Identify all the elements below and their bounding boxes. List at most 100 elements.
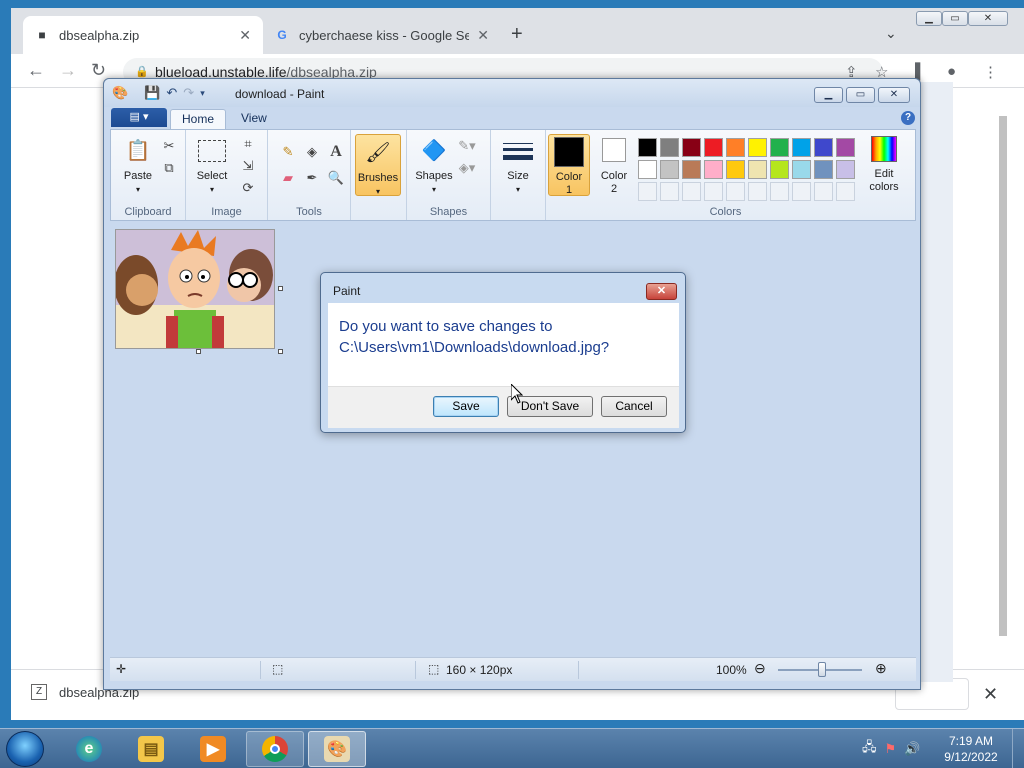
custom-color-slot[interactable] xyxy=(638,182,657,201)
close-tab-icon[interactable]: ✕ xyxy=(477,27,489,44)
color1-button[interactable]: Color 1 xyxy=(548,134,590,196)
cancel-button[interactable]: Cancel xyxy=(601,396,667,417)
palette-swatch[interactable] xyxy=(792,138,811,157)
volume-icon[interactable]: 🔊 xyxy=(904,741,920,757)
palette-swatch[interactable] xyxy=(792,160,811,179)
custom-color-slot[interactable] xyxy=(682,182,701,201)
edit-colors-button[interactable]: Edit colors xyxy=(864,134,904,194)
paint-maximize-button[interactable]: ▭ xyxy=(846,87,875,103)
copy-icon[interactable]: ⧉ xyxy=(159,158,179,178)
custom-color-slot[interactable] xyxy=(814,182,833,201)
zoom-slider-thumb[interactable] xyxy=(818,662,826,677)
rotate-icon[interactable]: ⟳ xyxy=(238,178,258,198)
select-button[interactable]: Select ▾ xyxy=(192,136,232,196)
color-picker-icon[interactable]: ✒ xyxy=(302,168,322,188)
palette-swatch[interactable] xyxy=(770,138,789,157)
show-desktop-button[interactable] xyxy=(1012,729,1024,768)
palette-swatch[interactable] xyxy=(726,160,745,179)
palette-swatch[interactable] xyxy=(836,160,855,179)
resize-handle-right[interactable] xyxy=(278,286,283,291)
scrollbar-thumb[interactable] xyxy=(999,116,1007,636)
new-tab-button[interactable]: + xyxy=(511,23,523,46)
resize-handle-corner[interactable] xyxy=(278,349,283,354)
resize-handle-bottom[interactable] xyxy=(196,349,201,354)
reload-icon[interactable]: ↻ xyxy=(91,60,106,81)
taskbar-chrome[interactable] xyxy=(246,731,304,767)
taskbar-paint[interactable]: 🎨 xyxy=(308,731,366,767)
color2-button[interactable]: Color 2 xyxy=(594,134,634,196)
custom-color-slot[interactable] xyxy=(748,182,767,201)
palette-swatch[interactable] xyxy=(660,138,679,157)
custom-color-slot[interactable] xyxy=(836,182,855,201)
customize-qat-icon[interactable]: ▾ xyxy=(200,85,205,101)
palette-swatch[interactable] xyxy=(704,160,723,179)
save-icon[interactable]: 💾 xyxy=(144,85,160,101)
menu-kebab-icon[interactable]: ⋮ xyxy=(983,63,998,81)
taskbar-explorer[interactable]: ▤ xyxy=(122,731,180,767)
custom-color-slot[interactable] xyxy=(726,182,745,201)
magnifier-icon[interactable]: 🔍 xyxy=(326,168,346,188)
palette-swatch[interactable] xyxy=(704,138,723,157)
palette-swatch[interactable] xyxy=(814,160,833,179)
brushes-button[interactable]: 🖌 Brushes ▾ xyxy=(355,134,401,196)
palette-swatch[interactable] xyxy=(660,160,679,179)
palette-swatch[interactable] xyxy=(748,160,767,179)
shapes-button[interactable]: 🔷 Shapes ▾ xyxy=(413,136,455,196)
start-button[interactable] xyxy=(6,731,44,767)
size-button[interactable]: Size ▾ xyxy=(499,136,537,196)
save-button[interactable]: Save xyxy=(433,396,499,417)
paint-minimize-button[interactable]: ▁ xyxy=(814,87,843,103)
palette-swatch[interactable] xyxy=(836,138,855,157)
taskbar-edge[interactable]: e xyxy=(60,731,118,767)
action-center-flag-icon[interactable]: ⚑ xyxy=(885,741,897,757)
cut-icon[interactable]: ✂ xyxy=(159,136,179,156)
back-arrow-icon[interactable]: ← xyxy=(27,60,45,81)
fill-bucket-icon[interactable]: ◈ xyxy=(302,142,322,162)
dialog-close-button[interactable]: ✕ xyxy=(646,283,677,300)
custom-color-slot[interactable] xyxy=(660,182,679,201)
paint-menu-button[interactable]: ▤ ▾ xyxy=(111,108,167,127)
paint-close-button[interactable]: ✕ xyxy=(878,87,910,103)
tab-view[interactable]: View xyxy=(230,109,278,129)
zoom-in-icon[interactable]: ⊕ xyxy=(875,660,887,677)
palette-swatch[interactable] xyxy=(682,160,701,179)
palette-swatch[interactable] xyxy=(638,138,657,157)
text-tool-icon[interactable]: A xyxy=(326,142,346,162)
palette-swatch[interactable] xyxy=(814,138,833,157)
tab-home[interactable]: Home xyxy=(170,109,227,129)
close-button[interactable]: ✕ xyxy=(968,11,1008,26)
zoom-out-icon[interactable]: ⊖ xyxy=(754,660,766,677)
palette-swatch[interactable] xyxy=(726,138,745,157)
maximize-button[interactable]: ▭ xyxy=(942,11,968,26)
close-tab-icon[interactable]: ✕ xyxy=(239,27,251,44)
crop-icon[interactable]: ⌗ xyxy=(238,134,258,154)
pencil-icon[interactable]: ✎ xyxy=(278,142,298,162)
custom-color-slot[interactable] xyxy=(792,182,811,201)
image-canvas[interactable] xyxy=(115,229,275,349)
redo-icon[interactable]: ↷ xyxy=(183,85,194,101)
clock[interactable]: 7:19 AM 9/12/2022 xyxy=(936,733,1006,765)
fill-icon[interactable]: ◈▾ xyxy=(457,158,477,178)
forward-arrow-icon[interactable]: → xyxy=(59,60,77,81)
help-icon[interactable]: ? xyxy=(901,111,915,125)
tab-google-search[interactable]: G cyberchaese kiss - Google Search ✕ xyxy=(263,16,501,54)
outline-icon[interactable]: ✎▾ xyxy=(457,136,477,156)
paste-button[interactable]: 📋 Paste ▾ xyxy=(119,136,157,196)
undo-icon[interactable]: ↶ xyxy=(166,85,177,101)
palette-swatch[interactable] xyxy=(682,138,701,157)
custom-color-slot[interactable] xyxy=(704,182,723,201)
profile-avatar-icon[interactable]: ● xyxy=(947,63,956,80)
palette-swatch[interactable] xyxy=(748,138,767,157)
custom-color-slot[interactable] xyxy=(770,182,789,201)
resize-icon[interactable]: ⇲ xyxy=(238,156,258,176)
page-scrollbar[interactable] xyxy=(997,98,1009,658)
palette-swatch[interactable] xyxy=(638,160,657,179)
taskbar-media-player[interactable]: ▶ xyxy=(184,731,242,767)
palette-swatch[interactable] xyxy=(770,160,789,179)
eraser-icon[interactable]: ▰ xyxy=(278,168,298,188)
tab-dbsealpha[interactable]: ■ dbsealpha.zip ✕ xyxy=(23,16,263,54)
tab-search-chevron-icon[interactable]: ⌄ xyxy=(885,25,897,42)
network-icon[interactable]: 🖧 xyxy=(862,738,877,760)
close-download-bar-icon[interactable]: ✕ xyxy=(983,684,998,705)
minimize-button[interactable]: ▁ xyxy=(916,11,942,26)
